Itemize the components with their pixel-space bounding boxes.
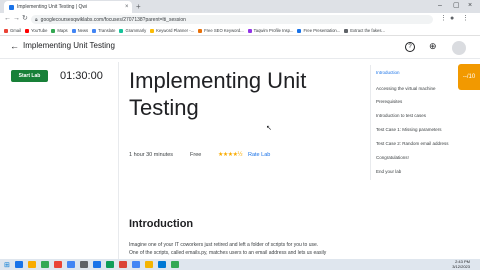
qwiklabs-favicon-icon: [9, 4, 14, 10]
bookmark-item[interactable]: Gmail: [4, 28, 21, 33]
extensions-icon[interactable]: ⋮: [440, 14, 447, 24]
bookmark-favicon-icon: [24, 28, 29, 33]
page-title: Implementing Unit Testing: [129, 68, 307, 120]
bookmarks-bar: Gmail YouTube Maps News Translate Grammarly Ke…: [0, 26, 480, 36]
taskbar-app-icon[interactable]: [53, 261, 62, 268]
taskbar-app-icon[interactable]: [92, 261, 101, 268]
taskbar-app-icon[interactable]: [105, 261, 114, 268]
start-lab-button[interactable]: Start Lab: [11, 70, 48, 82]
mouse-cursor-icon: ↖: [266, 125, 272, 132]
toc-divider: [370, 65, 371, 180]
bookmark-favicon-icon: [4, 28, 8, 33]
reload-icon[interactable]: ↻: [22, 14, 28, 24]
bookmark-item[interactable]: Extract the fakes...: [344, 28, 385, 33]
intro-paragraph: Imagine one of your IT coworkers just re…: [129, 242, 359, 257]
bookmark-item[interactable]: YouTube: [24, 28, 48, 33]
bookmark-item[interactable]: Maps: [51, 28, 68, 33]
score-badge[interactable]: --/10: [458, 64, 480, 90]
bookmark-label: Free Presentation...: [303, 28, 341, 33]
app-title: Implementing Unit Testing: [23, 41, 115, 50]
toc-item-test-cases[interactable]: Introduction to test cases: [376, 113, 426, 119]
bookmark-item[interactable]: Taqwim Profile Insp...: [247, 28, 294, 33]
bookmark-label: Grammarly: [125, 28, 147, 33]
browser-menu-icon[interactable]: ⋮: [462, 14, 469, 24]
browser-tab[interactable]: Implementing Unit Testing | Qwi ×: [4, 1, 132, 13]
toc-item-accessing-vm[interactable]: Accessing the virtual machine: [376, 86, 436, 92]
taskbar-app-icon[interactable]: [66, 261, 75, 268]
bookmark-favicon-icon: [71, 28, 76, 33]
rate-lab-link[interactable]: Rate Lab: [248, 152, 270, 159]
taskbar-app-icon[interactable]: [144, 261, 153, 268]
intro-line-1: Imagine one of your IT coworkers just re…: [129, 242, 319, 248]
bookmark-label: Extract the fakes...: [350, 28, 385, 33]
bookmark-label: Taqwim Profile Insp...: [253, 28, 294, 33]
tab-title: Implementing Unit Testing | Qwi: [17, 4, 88, 10]
bookmark-item[interactable]: Free Presentation...: [297, 28, 340, 33]
globe-icon[interactable]: ⊕: [429, 42, 437, 51]
back-icon[interactable]: ←: [10, 40, 19, 52]
taskbar-app-icon[interactable]: [79, 261, 88, 268]
url-text: googlecoursesqwiklabs.com/focuses/270713…: [40, 16, 186, 23]
profile-icon[interactable]: ●: [450, 14, 454, 24]
window-close-icon[interactable]: ×: [468, 2, 472, 10]
bookmark-label: Maps: [57, 28, 68, 33]
forward-arrow-icon[interactable]: →: [13, 14, 20, 24]
taskbar-app-icon[interactable]: [40, 261, 49, 268]
tab-close-icon[interactable]: ×: [125, 4, 129, 10]
bookmark-item[interactable]: Keyword Planner -...: [150, 28, 194, 33]
bookmark-label: Keyword Planner -...: [156, 28, 195, 33]
back-arrow-icon[interactable]: ←: [4, 14, 11, 24]
bookmark-label: Gmail: [10, 28, 21, 33]
bookmark-favicon-icon: [247, 28, 252, 33]
new-tab-button[interactable]: +: [136, 1, 141, 12]
help-icon[interactable]: ?: [405, 42, 415, 52]
bookmark-favicon-icon: [51, 28, 56, 33]
minimize-icon[interactable]: –: [438, 2, 442, 10]
taskbar-app-icon[interactable]: [170, 261, 179, 268]
intro-line-2: One of the scripts, called emails.py, ma…: [129, 249, 327, 256]
maximize-icon[interactable]: ▢: [453, 2, 460, 10]
bookmark-favicon-icon: [344, 28, 349, 33]
bookmark-label: News: [77, 28, 89, 33]
windows-taskbar: ⊞: [0, 259, 480, 270]
windows-start-icon[interactable]: ⊞: [4, 261, 10, 269]
bookmark-favicon-icon: [92, 28, 97, 33]
bookmark-item[interactable]: Free SEO Keyword...: [198, 28, 244, 33]
bookmark-label: Translate: [98, 28, 116, 33]
taskbar-app-icon[interactable]: [27, 261, 36, 268]
clock-date: 3/12/2023: [452, 264, 470, 269]
toc-item-end-lab[interactable]: End your lab: [376, 169, 401, 175]
bookmark-label: Free SEO Keyword...: [204, 28, 244, 33]
taskbar-app-icon[interactable]: [14, 261, 23, 268]
taskbar-app-icon[interactable]: [157, 261, 166, 268]
taskbar-clock[interactable]: 2:43 PM 3/12/2023: [452, 259, 470, 269]
bookmark-label: YouTube: [30, 28, 48, 33]
bookmark-favicon-icon: [198, 28, 203, 33]
toc-item-congratulations[interactable]: Congratulations!: [376, 155, 409, 161]
toc-item-test-case-1[interactable]: Test Case 1: Missing parameters: [376, 127, 442, 133]
panel-divider: [118, 62, 119, 262]
toc-item-test-case-2[interactable]: Test Case 2: Random email address: [376, 141, 449, 147]
bookmark-favicon-icon: [119, 28, 124, 33]
rating-stars[interactable]: ★★★★½: [218, 151, 243, 159]
avatar[interactable]: [452, 41, 466, 55]
lab-duration: 1 hour 30 minutes: [129, 152, 174, 158]
bookmark-item[interactable]: News: [71, 28, 89, 33]
toc-item-introduction[interactable]: Introduction: [376, 70, 400, 76]
toc-item-prerequisites[interactable]: Prerequisites: [376, 99, 402, 105]
taskbar-app-icon[interactable]: [131, 261, 140, 268]
taskbar-app-icon[interactable]: [118, 261, 127, 268]
lab-price: Free: [190, 152, 202, 158]
bookmark-favicon-icon: [297, 28, 302, 33]
bookmark-favicon-icon: [150, 28, 155, 33]
bookmark-item[interactable]: Grammarly: [119, 28, 146, 33]
lab-timer: 01:30:00: [60, 70, 103, 82]
section-heading-introduction: Introduction: [129, 218, 194, 230]
lock-icon: 🔒︎: [35, 16, 38, 23]
address-bar[interactable]: 🔒︎ googlecoursesqwiklabs.com/focuses/270…: [31, 15, 433, 24]
bookmark-item[interactable]: Translate: [92, 28, 115, 33]
